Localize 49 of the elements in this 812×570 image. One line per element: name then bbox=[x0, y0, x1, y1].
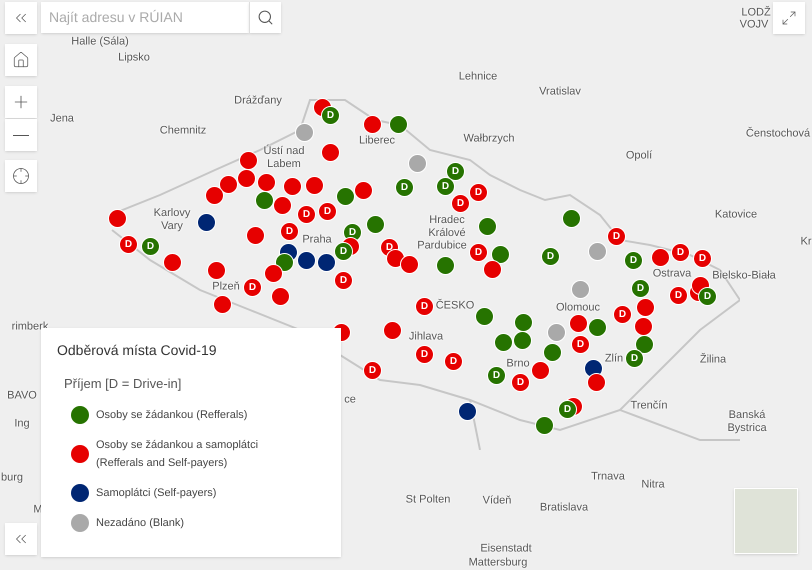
legend-subtitle: Příjem [D = Drive-in] bbox=[64, 375, 182, 393]
place-label: Zlín bbox=[604, 352, 624, 366]
place-label: Ústí nad Labem bbox=[262, 145, 306, 171]
place-label: Praha bbox=[302, 234, 332, 246]
place-label: Mattersburg bbox=[468, 556, 528, 570]
place-label: ce bbox=[344, 394, 356, 406]
place-label: Chemnitz bbox=[160, 124, 206, 138]
place-label: Lipsko bbox=[118, 52, 150, 64]
legend-label: Osoby se žádankou (Refferals) bbox=[96, 408, 248, 422]
legend-label: Nezadáno (Blank) bbox=[96, 516, 186, 530]
place-label: Bratislava bbox=[540, 502, 588, 514]
place-label: Karlovy Vary bbox=[152, 207, 192, 233]
place-label: Pardubice bbox=[417, 240, 467, 252]
legend-title: Odběrová místa Covid-19 bbox=[57, 341, 218, 360]
legend-label: Samoplátci (Self-payers) bbox=[96, 486, 218, 500]
place-label: Lehnice bbox=[458, 70, 498, 84]
place-label: Trnava bbox=[591, 470, 625, 484]
place-label: Ostrava bbox=[652, 268, 692, 280]
place-label: St Polten bbox=[406, 494, 450, 506]
place-label: Ing bbox=[14, 418, 30, 430]
place-label: Vratislav bbox=[539, 86, 581, 98]
place-label: Banská Bystrica bbox=[726, 409, 768, 435]
legend-label: Osoby se žádankou a samoplátci (Refferals and Self-payers) bbox=[96, 438, 260, 470]
place-label: Liberec bbox=[358, 134, 396, 148]
place-label: Nitra bbox=[641, 478, 665, 492]
place-label: Jena bbox=[50, 112, 74, 126]
place-label: Hradec Králové bbox=[427, 214, 467, 240]
place-label: Opolí bbox=[626, 150, 652, 162]
place-label: burg bbox=[0, 472, 24, 484]
place-label: Drážďany bbox=[234, 94, 282, 108]
place-label: ČESKO bbox=[436, 300, 474, 312]
place-label: VOJV bbox=[740, 18, 768, 32]
place-label: Katovice bbox=[714, 208, 758, 222]
place-label: BAVO bbox=[7, 390, 37, 402]
place-label: Trenčín bbox=[630, 400, 668, 412]
place-label: Žilina bbox=[700, 354, 726, 366]
place-label: rimberk bbox=[12, 320, 48, 334]
place-label: Olomouc bbox=[556, 302, 600, 314]
place-label: Plzeň bbox=[212, 280, 240, 294]
place-label: LODŽ bbox=[741, 6, 771, 20]
place-label: Eisenstadt bbox=[480, 542, 532, 556]
place-label: Jihlava bbox=[408, 330, 444, 344]
place-label: Wałbrzych bbox=[464, 132, 514, 146]
place-label: Halle (Sála) bbox=[71, 36, 129, 48]
place-label: Kr bbox=[800, 236, 812, 248]
place-label: Brno bbox=[506, 358, 530, 370]
place-label: Čenstochová bbox=[746, 128, 810, 140]
place-label: Vídeň bbox=[482, 494, 512, 508]
place-label: Bielsko-Biała bbox=[712, 270, 776, 282]
